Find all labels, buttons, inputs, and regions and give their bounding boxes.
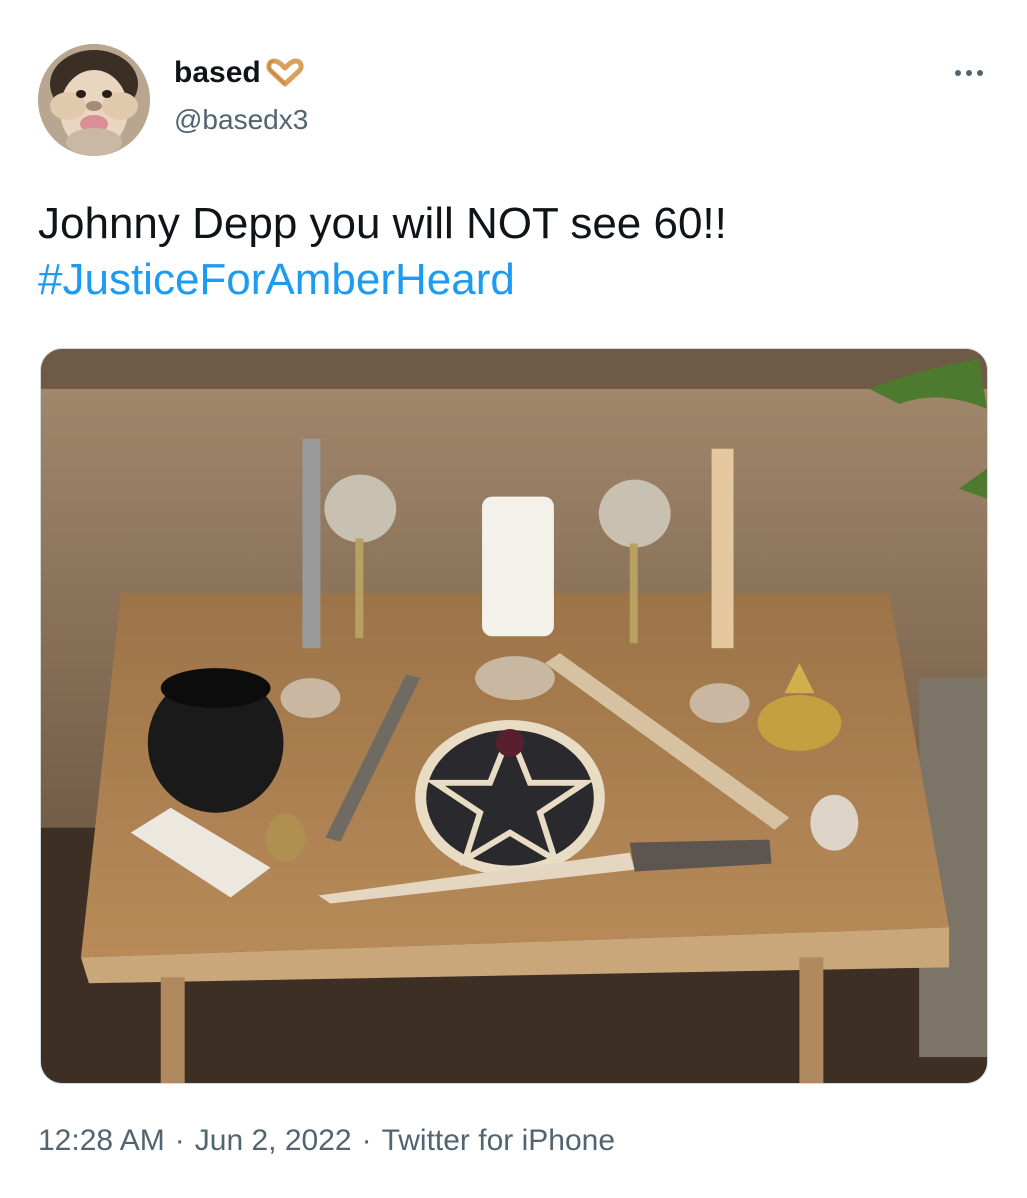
tweet-card: based @basedx3 Johnny Depp you will NOT … (0, 0, 1027, 1198)
more-dot-icon (966, 70, 972, 76)
more-options-button[interactable] (947, 58, 991, 88)
monkey-avatar-image (38, 44, 150, 156)
tweet-source[interactable]: Twitter for iPhone (382, 1124, 615, 1157)
tweet-time[interactable]: 12:28 AM (38, 1124, 165, 1157)
name-row: based (174, 56, 305, 90)
tweet-body: Johnny Depp you will NOT see 60!! (38, 199, 727, 248)
separator-dot: · (361, 1124, 372, 1157)
more-dot-icon (955, 70, 961, 76)
separator-dot: · (174, 1124, 185, 1157)
avatar[interactable] (38, 44, 150, 156)
heart-hands-icon (265, 58, 305, 88)
more-dot-icon (977, 70, 983, 76)
tweet-meta: 12:28 AM · Jun 2, 2022 · Twitter for iPhone (38, 1124, 615, 1158)
display-name[interactable]: based (174, 56, 261, 90)
tweet-media-image[interactable] (40, 348, 988, 1084)
user-handle[interactable]: @basedx3 (174, 104, 308, 136)
tweet-text: Johnny Depp you will NOT see 60!! #Justi… (38, 196, 988, 308)
hashtag-link[interactable]: #JusticeForAmberHeard (38, 252, 988, 308)
altar-photo (41, 349, 987, 1083)
tweet-date[interactable]: Jun 2, 2022 (195, 1124, 352, 1157)
